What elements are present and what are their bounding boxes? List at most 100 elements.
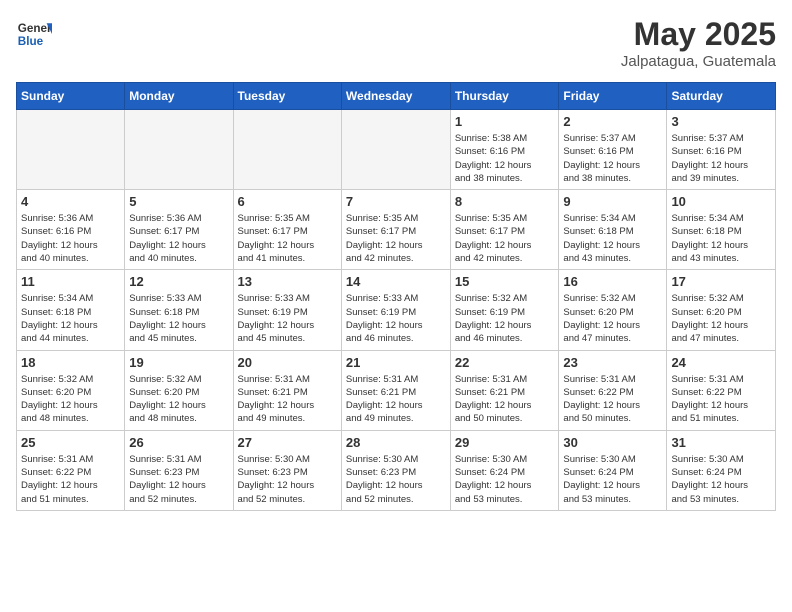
calendar-cell: 5 Sunrise: 5:36 AM Sunset: 6:17 PM Daylig… (125, 190, 233, 270)
day-number: 27 (238, 435, 337, 450)
day-info: Sunrise: 5:32 AM Sunset: 6:20 PM Dayligh… (129, 373, 228, 426)
day-number: 31 (671, 435, 771, 450)
weekday-header-thursday: Thursday (450, 83, 559, 110)
calendar-cell: 23 Sunrise: 5:31 AM Sunset: 6:22 PM Dayli… (559, 350, 667, 430)
day-number: 8 (455, 194, 555, 209)
location: Jalpatagua, Guatemala (621, 53, 776, 70)
day-info: Sunrise: 5:32 AM Sunset: 6:20 PM Dayligh… (563, 292, 662, 345)
day-number: 2 (563, 114, 662, 129)
day-number: 22 (455, 355, 555, 370)
day-info: Sunrise: 5:33 AM Sunset: 6:18 PM Dayligh… (129, 292, 228, 345)
day-number: 26 (129, 435, 228, 450)
calendar-cell: 25Sunrise: 5:31 AM Sunset: 6:22 PM Dayli… (17, 430, 125, 510)
calendar-cell: 1 Sunrise: 5:38 AM Sunset: 6:16 PM Daylig… (450, 110, 559, 190)
logo: General Blue (16, 16, 52, 52)
calendar-cell (233, 110, 341, 190)
day-number: 1 (455, 114, 555, 129)
day-info: Sunrise: 5:34 AM Sunset: 6:18 PM Dayligh… (563, 212, 662, 265)
day-number: 30 (563, 435, 662, 450)
calendar-cell: 12 Sunrise: 5:33 AM Sunset: 6:18 PM Dayli… (125, 270, 233, 350)
day-number: 23 (563, 355, 662, 370)
calendar-cell: 18Sunrise: 5:32 AM Sunset: 6:20 PM Dayli… (17, 350, 125, 430)
weekday-header-row: SundayMondayTuesdayWednesdayThursdayFrid… (17, 83, 776, 110)
day-info: Sunrise: 5:35 AM Sunset: 6:17 PM Dayligh… (455, 212, 555, 265)
calendar-cell: 29 Sunrise: 5:30 AM Sunset: 6:24 PM Dayli… (450, 430, 559, 510)
calendar-week-5: 25Sunrise: 5:31 AM Sunset: 6:22 PM Dayli… (17, 430, 776, 510)
day-info: Sunrise: 5:31 AM Sunset: 6:23 PM Dayligh… (129, 453, 228, 506)
day-number: 12 (129, 274, 228, 289)
day-number: 14 (346, 274, 446, 289)
day-info: Sunrise: 5:33 AM Sunset: 6:19 PM Dayligh… (238, 292, 337, 345)
month-title: May 2025 (621, 16, 776, 53)
day-number: 6 (238, 194, 337, 209)
day-number: 13 (238, 274, 337, 289)
svg-text:Blue: Blue (18, 35, 44, 48)
calendar-cell: 4 Sunrise: 5:36 AM Sunset: 6:16 PM Daylig… (17, 190, 125, 270)
day-number: 7 (346, 194, 446, 209)
logo-icon: General Blue (16, 16, 52, 52)
calendar-cell: 26 Sunrise: 5:31 AM Sunset: 6:23 PM Dayli… (125, 430, 233, 510)
day-info: Sunrise: 5:32 AM Sunset: 6:19 PM Dayligh… (455, 292, 555, 345)
page-header: General Blue May 2025 Jalpatagua, Guatem… (16, 16, 776, 70)
day-number: 24 (671, 355, 771, 370)
calendar-cell: 10 Sunrise: 5:34 AM Sunset: 6:18 PM Dayli… (667, 190, 776, 270)
calendar-week-1: 1 Sunrise: 5:38 AM Sunset: 6:16 PM Daylig… (17, 110, 776, 190)
day-info: Sunrise: 5:34 AM Sunset: 6:18 PM Dayligh… (671, 212, 771, 265)
day-number: 16 (563, 274, 662, 289)
calendar-cell: 8 Sunrise: 5:35 AM Sunset: 6:17 PM Daylig… (450, 190, 559, 270)
calendar-cell: 3Sunrise: 5:37 AM Sunset: 6:16 PM Daylig… (667, 110, 776, 190)
day-number: 4 (21, 194, 120, 209)
day-info: Sunrise: 5:30 AM Sunset: 6:23 PM Dayligh… (238, 453, 337, 506)
calendar-cell: 24 Sunrise: 5:31 AM Sunset: 6:22 PM Dayli… (667, 350, 776, 430)
calendar-cell: 13 Sunrise: 5:33 AM Sunset: 6:19 PM Dayli… (233, 270, 341, 350)
day-info: Sunrise: 5:34 AM Sunset: 6:18 PM Dayligh… (21, 292, 120, 345)
day-number: 19 (129, 355, 228, 370)
calendar-cell: 17Sunrise: 5:32 AM Sunset: 6:20 PM Dayli… (667, 270, 776, 350)
calendar-cell: 31 Sunrise: 5:30 AM Sunset: 6:24 PM Dayli… (667, 430, 776, 510)
day-number: 29 (455, 435, 555, 450)
calendar-cell: 21 Sunrise: 5:31 AM Sunset: 6:21 PM Dayli… (341, 350, 450, 430)
calendar-cell: 7 Sunrise: 5:35 AM Sunset: 6:17 PM Daylig… (341, 190, 450, 270)
calendar-cell: 27 Sunrise: 5:30 AM Sunset: 6:23 PM Dayli… (233, 430, 341, 510)
weekday-header-tuesday: Tuesday (233, 83, 341, 110)
calendar-cell: 6 Sunrise: 5:35 AM Sunset: 6:17 PM Daylig… (233, 190, 341, 270)
calendar-cell (341, 110, 450, 190)
day-number: 10 (671, 194, 771, 209)
day-info: Sunrise: 5:37 AM Sunset: 6:16 PM Dayligh… (563, 132, 662, 185)
calendar-cell: 11Sunrise: 5:34 AM Sunset: 6:18 PM Dayli… (17, 270, 125, 350)
day-info: Sunrise: 5:30 AM Sunset: 6:24 PM Dayligh… (455, 453, 555, 506)
day-number: 15 (455, 274, 555, 289)
day-info: Sunrise: 5:36 AM Sunset: 6:16 PM Dayligh… (21, 212, 120, 265)
day-info: Sunrise: 5:31 AM Sunset: 6:22 PM Dayligh… (21, 453, 120, 506)
day-info: Sunrise: 5:36 AM Sunset: 6:17 PM Dayligh… (129, 212, 228, 265)
day-info: Sunrise: 5:33 AM Sunset: 6:19 PM Dayligh… (346, 292, 446, 345)
calendar-week-3: 11Sunrise: 5:34 AM Sunset: 6:18 PM Dayli… (17, 270, 776, 350)
day-info: Sunrise: 5:31 AM Sunset: 6:21 PM Dayligh… (346, 373, 446, 426)
calendar-cell: 9Sunrise: 5:34 AM Sunset: 6:18 PM Daylig… (559, 190, 667, 270)
calendar-cell: 14 Sunrise: 5:33 AM Sunset: 6:19 PM Dayli… (341, 270, 450, 350)
calendar-week-4: 18Sunrise: 5:32 AM Sunset: 6:20 PM Dayli… (17, 350, 776, 430)
day-number: 20 (238, 355, 337, 370)
weekday-header-saturday: Saturday (667, 83, 776, 110)
day-info: Sunrise: 5:37 AM Sunset: 6:16 PM Dayligh… (671, 132, 771, 185)
day-number: 28 (346, 435, 446, 450)
day-number: 5 (129, 194, 228, 209)
day-info: Sunrise: 5:38 AM Sunset: 6:16 PM Dayligh… (455, 132, 555, 185)
day-info: Sunrise: 5:32 AM Sunset: 6:20 PM Dayligh… (671, 292, 771, 345)
calendar-cell: 30 Sunrise: 5:30 AM Sunset: 6:24 PM Dayli… (559, 430, 667, 510)
day-info: Sunrise: 5:30 AM Sunset: 6:24 PM Dayligh… (671, 453, 771, 506)
day-number: 21 (346, 355, 446, 370)
calendar-cell: 22Sunrise: 5:31 AM Sunset: 6:21 PM Dayli… (450, 350, 559, 430)
calendar-week-2: 4 Sunrise: 5:36 AM Sunset: 6:16 PM Daylig… (17, 190, 776, 270)
day-info: Sunrise: 5:30 AM Sunset: 6:24 PM Dayligh… (563, 453, 662, 506)
day-info: Sunrise: 5:35 AM Sunset: 6:17 PM Dayligh… (238, 212, 337, 265)
day-info: Sunrise: 5:31 AM Sunset: 6:22 PM Dayligh… (563, 373, 662, 426)
day-info: Sunrise: 5:32 AM Sunset: 6:20 PM Dayligh… (21, 373, 120, 426)
calendar-cell (17, 110, 125, 190)
calendar-cell: 20Sunrise: 5:31 AM Sunset: 6:21 PM Dayli… (233, 350, 341, 430)
title-block: May 2025 Jalpatagua, Guatemala (621, 16, 776, 70)
day-info: Sunrise: 5:35 AM Sunset: 6:17 PM Dayligh… (346, 212, 446, 265)
day-info: Sunrise: 5:31 AM Sunset: 6:22 PM Dayligh… (671, 373, 771, 426)
calendar-table: SundayMondayTuesdayWednesdayThursdayFrid… (16, 82, 776, 511)
weekday-header-monday: Monday (125, 83, 233, 110)
